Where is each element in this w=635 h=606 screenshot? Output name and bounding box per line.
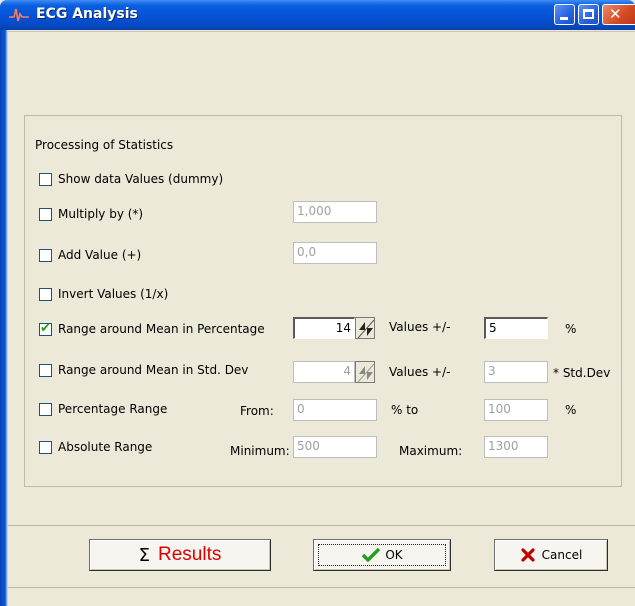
close-icon: ✕ <box>609 5 622 23</box>
cancel-button[interactable]: Cancel <box>494 539 608 571</box>
show-data-checkbox[interactable] <box>39 173 52 186</box>
minimize-icon <box>560 17 568 20</box>
range-pct-unit: % <box>565 322 577 336</box>
check-icon: ✔ <box>40 321 51 336</box>
close-button[interactable]: ✕ <box>602 4 635 25</box>
add-value-checkbox[interactable] <box>39 249 52 262</box>
range-pct-spin-input[interactable]: 14 <box>293 317 355 339</box>
maximize-icon <box>583 9 594 19</box>
group-title: Processing of Statistics <box>35 138 174 152</box>
range-pct-spinner[interactable] <box>355 317 375 339</box>
pct-range-label: Percentage Range <box>58 402 168 416</box>
range-std-values-label: Values +/- <box>389 365 451 379</box>
add-value-input[interactable]: 0,0 <box>293 242 377 264</box>
range-std-spinner[interactable] <box>355 361 375 383</box>
multiply-input[interactable]: 1,000 <box>293 201 377 223</box>
pct-range-unit: % <box>565 403 577 417</box>
to-label: % to <box>391 403 419 417</box>
pct-range-checkbox[interactable] <box>39 403 52 416</box>
from-label: From: <box>240 404 274 418</box>
minimize-button[interactable] <box>554 4 575 25</box>
minimum-input[interactable]: 500 <box>293 436 377 458</box>
statistics-group: Processing of Statistics Show data Value… <box>24 115 622 487</box>
sigma-icon: Σ <box>138 544 150 566</box>
spinner-icon <box>357 319 375 339</box>
range-pct-values-input[interactable]: 5 <box>484 317 548 339</box>
range-std-unit: * Std.Dev <box>553 366 611 380</box>
range-pct-checkbox[interactable]: ✔ <box>39 321 52 336</box>
range-std-checkbox[interactable] <box>39 364 52 377</box>
maximize-button[interactable] <box>578 4 599 25</box>
divider <box>8 587 635 588</box>
divider <box>8 525 635 526</box>
multiply-checkbox[interactable] <box>39 208 52 221</box>
maximum-label: Maximum: <box>399 444 463 458</box>
window-title: ECG Analysis <box>36 6 138 22</box>
invert-checkbox[interactable] <box>39 288 52 301</box>
add-value-label: Add Value (+) <box>58 248 142 262</box>
range-pct-label: Range around Mean in Percentage <box>58 322 265 336</box>
x-cross-icon <box>521 548 535 562</box>
cancel-label: Cancel <box>541 548 583 562</box>
spinner-icon <box>357 363 375 383</box>
results-button[interactable]: Σ Results <box>89 539 271 571</box>
results-label: Results <box>158 544 222 565</box>
range-pct-values-label: Values +/- <box>389 320 451 334</box>
window-frame <box>0 30 8 606</box>
ecg-wave-icon <box>9 8 29 22</box>
from-input[interactable]: 0 <box>293 399 377 421</box>
to-input[interactable]: 100 <box>484 399 548 421</box>
multiply-label: Multiply by (*) <box>58 207 144 221</box>
range-std-values-input[interactable]: 3 <box>484 361 548 383</box>
show-data-label: Show data Values (dummy) <box>58 172 224 186</box>
range-std-label: Range around Mean in Std. Dev <box>58 363 249 377</box>
abs-range-label: Absolute Range <box>58 440 153 454</box>
invert-label: Invert Values (1/x) <box>58 287 169 301</box>
minimum-label: Minimum: <box>230 444 290 458</box>
divider <box>8 31 635 32</box>
title-bar[interactable]: ECG Analysis ✕ <box>0 0 635 30</box>
focus-ring <box>318 544 446 566</box>
maximum-input[interactable]: 1300 <box>484 436 548 458</box>
abs-range-checkbox[interactable] <box>39 441 52 454</box>
range-std-spin-input[interactable]: 4 <box>293 361 355 383</box>
ok-button[interactable]: OK <box>313 539 451 571</box>
